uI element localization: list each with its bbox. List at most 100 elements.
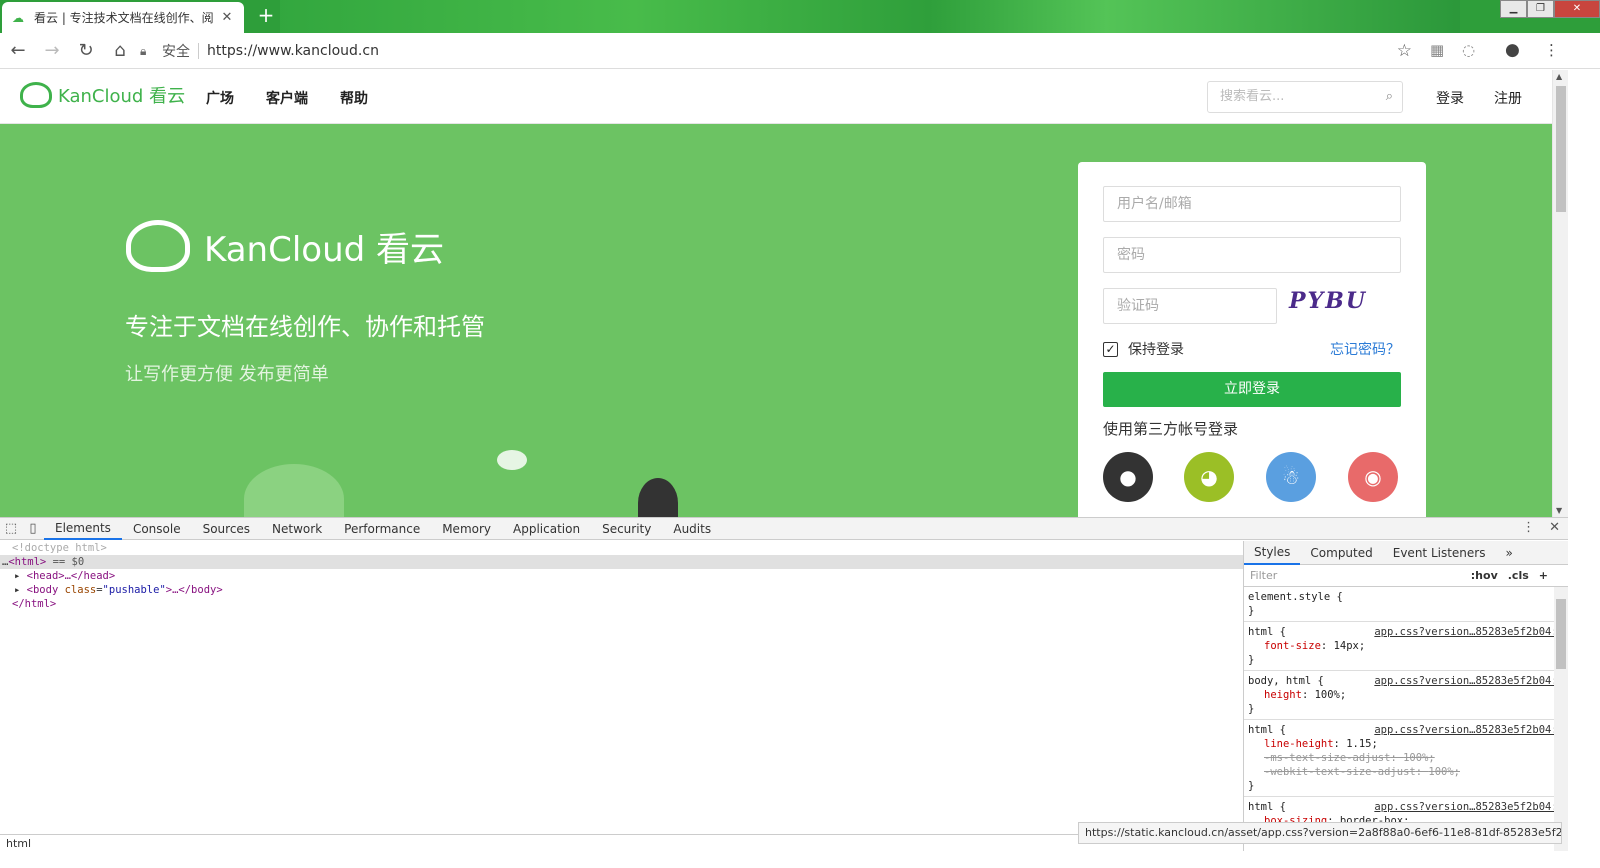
qq-icon[interactable]: ☃ xyxy=(1266,452,1316,502)
prop-name-overridden[interactable]: -ms-text-size-adjust xyxy=(1264,752,1390,764)
rule-source-link[interactable]: app.css?version…85283e5f2b04:1 xyxy=(1374,800,1564,814)
lock-icon[interactable]: 🔒︎ xyxy=(140,44,154,59)
logo-text: KanCloud 看云 xyxy=(58,86,186,107)
style-rule[interactable]: element.style { } xyxy=(1244,587,1568,622)
devtools-close-icon[interactable]: ✕ xyxy=(1549,520,1560,535)
active-tab[interactable]: ☁ 看云 | 专注技术文档在线创作、阅 ✕ xyxy=(2,2,244,33)
reload-icon[interactable]: ↻ xyxy=(70,35,102,67)
profile-icon[interactable]: ● xyxy=(1505,40,1520,60)
github-icon[interactable]: ● xyxy=(1103,452,1153,502)
style-rule[interactable]: body, html { app.css?version…85283e5f2b0… xyxy=(1244,671,1568,720)
device-toolbar-icon[interactable]: ▯ xyxy=(22,521,44,536)
filter-tools: :hov .cls + xyxy=(1471,569,1548,582)
weibo-icon[interactable]: ◉ xyxy=(1348,452,1398,502)
scroll-up-icon[interactable]: ▲ xyxy=(1556,72,1562,81)
nav-item-help[interactable]: 帮助 xyxy=(340,88,368,108)
tab-security[interactable]: Security xyxy=(591,518,662,540)
rule-source-link[interactable]: app.css?version…85283e5f2b04:1 xyxy=(1374,674,1564,688)
html-open-tag: <html> xyxy=(8,556,47,568)
body-node[interactable]: ▸ <body class="pushable">…</body> xyxy=(0,583,1243,597)
background-tabs[interactable] xyxy=(280,0,1460,33)
prop-name[interactable]: line-height xyxy=(1264,738,1334,750)
hov-toggle[interactable]: :hov xyxy=(1471,569,1498,582)
username-field[interactable]: 用户名/邮箱 xyxy=(1103,186,1401,222)
cls-toggle[interactable]: .cls xyxy=(1508,569,1529,582)
prop-name-overridden[interactable]: -webkit-text-size-adjust xyxy=(1264,766,1416,778)
doctype-node[interactable]: <!doctype html> xyxy=(0,541,1243,555)
tab-console[interactable]: Console xyxy=(122,518,192,540)
prop-value[interactable]: 1.15; xyxy=(1346,738,1378,750)
elements-tree: <!doctype html> …<html> == $0 ▸ <head>…<… xyxy=(0,541,1243,851)
head-node[interactable]: ▸ <head>…</head> xyxy=(0,569,1243,583)
captcha-image[interactable]: PYBU xyxy=(1289,288,1389,324)
tab-sources[interactable]: Sources xyxy=(192,518,261,540)
new-tab-button[interactable]: + xyxy=(256,5,276,25)
extension-icon-2[interactable]: ◌ xyxy=(1462,41,1475,59)
forgot-password-link[interactable]: 忘记密码？ xyxy=(1330,339,1400,359)
back-arrow-icon[interactable]: ← xyxy=(2,35,34,67)
password-field[interactable]: 密码 xyxy=(1103,237,1401,273)
tab-audits[interactable]: Audits xyxy=(662,518,722,540)
devtools-panel: ⬚ ▯ Elements Console Sources Network Per… xyxy=(0,517,1568,868)
filter-input[interactable]: Filter xyxy=(1250,569,1277,582)
tab-application[interactable]: Application xyxy=(502,518,591,540)
tab-computed[interactable]: Computed xyxy=(1300,541,1382,565)
login-button[interactable]: 立即登录 xyxy=(1103,372,1401,407)
prop-value-overridden[interactable]: 100%; xyxy=(1428,766,1460,778)
search-input[interactable]: 搜索看云... ⌕ xyxy=(1207,81,1403,113)
prop-value-overridden[interactable]: 100%; xyxy=(1403,752,1435,764)
small-cloud-decoration xyxy=(497,450,527,470)
tab-styles[interactable]: Styles xyxy=(1244,541,1301,565)
forward-arrow-icon[interactable]: → xyxy=(36,35,68,67)
maximize-button[interactable]: ❐ xyxy=(1527,0,1554,18)
rule-source-link[interactable]: app.css?version…85283e5f2b04:1 xyxy=(1374,625,1564,639)
address-bar[interactable]: 🔒︎ 安全 https://www.kancloud.cn ☆ xyxy=(140,36,1426,66)
styles-scrollbar[interactable] xyxy=(1554,587,1568,851)
page-scrollbar[interactable]: ▲ ▼ xyxy=(1552,70,1568,517)
more-tabs-icon[interactable]: » xyxy=(1495,541,1522,565)
inspect-element-icon[interactable]: ⬚ xyxy=(0,521,22,536)
menu-dots-icon[interactable]: ⋮ xyxy=(1544,41,1559,59)
prop-name[interactable]: font-size xyxy=(1264,640,1321,652)
login-link[interactable]: 登录 xyxy=(1436,88,1464,108)
tab-elements[interactable]: Elements xyxy=(44,518,122,540)
html-node-selected[interactable]: …<html> == $0 xyxy=(0,555,1243,569)
scrollbar-thumb[interactable] xyxy=(1556,599,1566,669)
register-link[interactable]: 注册 xyxy=(1494,88,1522,108)
nav-item-client[interactable]: 客户端 xyxy=(266,88,308,108)
captcha-field[interactable]: 验证码 xyxy=(1103,288,1277,324)
remember-checkbox[interactable]: ✓ xyxy=(1103,341,1118,357)
prop-value[interactable]: 100%; xyxy=(1315,689,1347,701)
tab-event-listeners[interactable]: Event Listeners xyxy=(1383,541,1496,565)
extension-icon[interactable]: ▦ xyxy=(1430,41,1444,59)
url-text[interactable]: https://www.kancloud.cn xyxy=(207,43,379,59)
styles-tabs: Styles Computed Event Listeners » xyxy=(1244,541,1568,565)
search-icon[interactable]: ⌕ xyxy=(1386,82,1393,112)
remember-login[interactable]: ✓ 保持登录 xyxy=(1103,339,1184,359)
tab-network[interactable]: Network xyxy=(261,518,333,540)
remember-label: 保持登录 xyxy=(1128,342,1184,358)
nav-item-square[interactable]: 广场 xyxy=(206,88,234,108)
scroll-down-icon[interactable]: ▼ xyxy=(1556,506,1562,515)
site-logo[interactable]: KanCloud 看云 xyxy=(20,82,185,108)
prop-value[interactable]: 14px; xyxy=(1334,640,1366,652)
minimize-button[interactable]: ▁ xyxy=(1500,0,1527,18)
tab-memory[interactable]: Memory xyxy=(431,518,502,540)
body-rest: >…</body> xyxy=(165,584,223,596)
wechat-icon[interactable]: ◕ xyxy=(1184,452,1234,502)
bookmark-star-icon[interactable]: ☆ xyxy=(1397,41,1412,61)
new-rule-button[interactable]: + xyxy=(1539,569,1548,582)
styles-filter[interactable]: Filter :hov .cls + xyxy=(1244,565,1568,587)
tab-close-icon[interactable]: ✕ xyxy=(220,10,234,25)
home-icon[interactable]: ⌂ xyxy=(104,35,136,67)
breadcrumb-html[interactable]: html xyxy=(6,837,31,850)
tab-performance[interactable]: Performance xyxy=(333,518,431,540)
style-rule[interactable]: html { app.css?version…85283e5f2b04:1 fo… xyxy=(1244,622,1568,671)
scrollbar-thumb[interactable] xyxy=(1556,86,1566,212)
close-window-button[interactable]: ✕ xyxy=(1554,0,1600,18)
style-rule[interactable]: html { app.css?version…85283e5f2b04:1 li… xyxy=(1244,720,1568,797)
html-close-tag[interactable]: </html> xyxy=(0,597,1243,611)
devtools-menu-icon[interactable]: ⋮ xyxy=(1522,520,1535,535)
prop-name[interactable]: height xyxy=(1264,689,1302,701)
rule-source-link[interactable]: app.css?version…85283e5f2b04:1 xyxy=(1374,723,1564,737)
